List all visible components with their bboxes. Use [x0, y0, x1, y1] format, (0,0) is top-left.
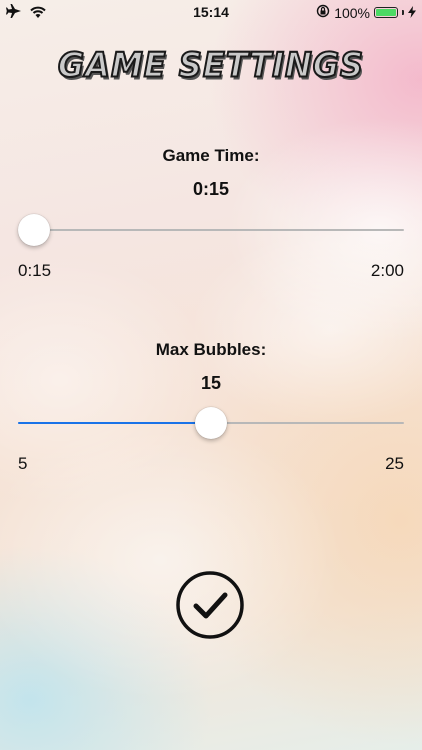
slider-thumb[interactable]	[18, 214, 50, 246]
game-time-min-label: 0:15	[18, 261, 52, 280]
charging-icon	[408, 5, 416, 21]
max-bubbles-value: 15	[200, 373, 222, 393]
status-bar: 15:14 100%	[0, 0, 422, 24]
done-button[interactable]	[175, 570, 245, 640]
max-bubbles-min-label: 5	[18, 454, 28, 473]
page-title: GAME SETTINGS	[57, 44, 365, 86]
max-bubbles-max-label: 25	[385, 454, 404, 473]
game-time-label: Game Time:	[162, 146, 260, 165]
status-right: 100%	[316, 4, 416, 21]
battery-tip	[402, 10, 404, 15]
max-bubbles-label: Max Bubbles:	[155, 340, 267, 359]
orientation-lock-icon	[316, 4, 330, 21]
battery-fill	[376, 9, 396, 16]
game-time-max-label: 2:00	[370, 261, 404, 280]
checkmark-circle-icon	[176, 571, 244, 639]
max-bubbles-slider[interactable]	[18, 405, 404, 441]
slider-fill	[18, 422, 211, 424]
battery-percent: 100%	[334, 4, 370, 21]
game-time-value: 0:15	[192, 179, 230, 199]
battery-icon	[374, 7, 398, 18]
slider-thumb[interactable]	[195, 407, 227, 439]
game-time-slider[interactable]	[18, 212, 404, 248]
slider-track	[18, 229, 404, 231]
